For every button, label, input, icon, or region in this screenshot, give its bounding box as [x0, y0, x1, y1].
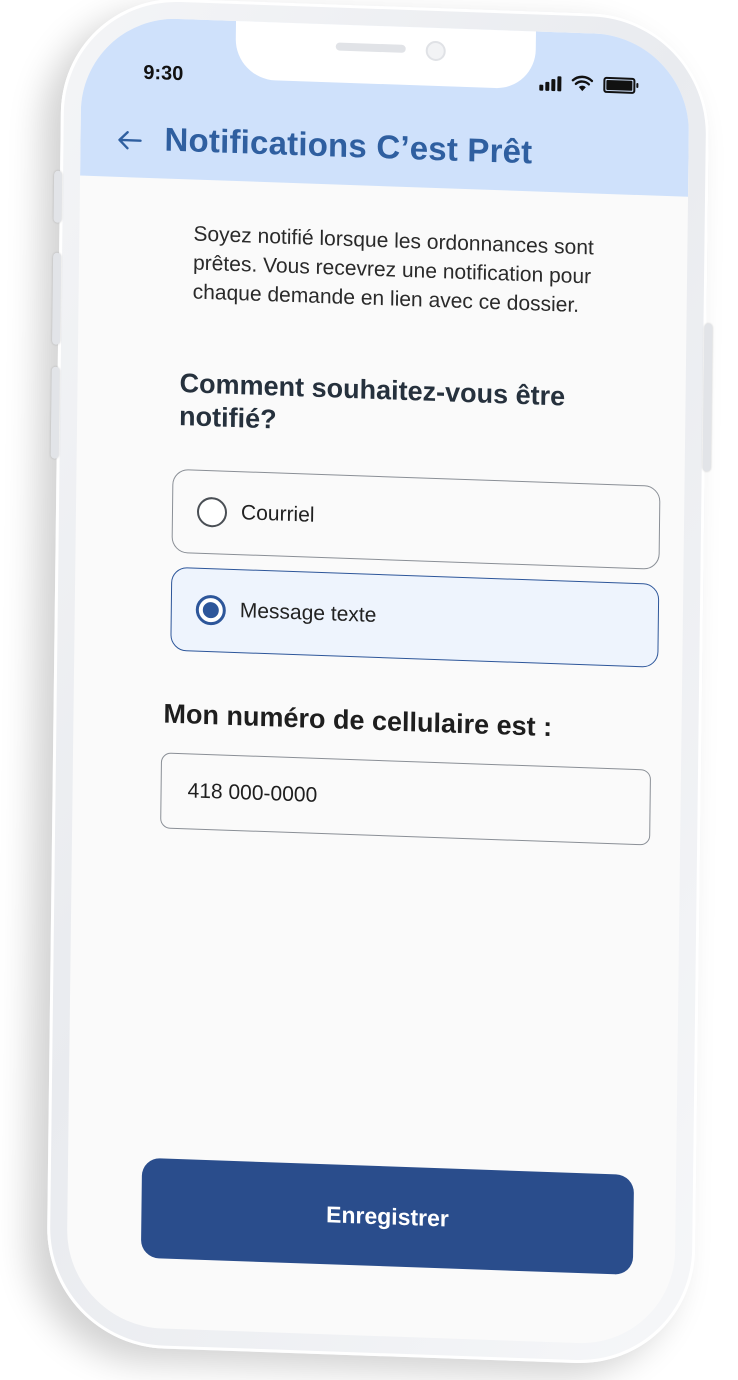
save-button[interactable]: Enregistrer	[140, 1157, 635, 1275]
side-button-volume-down	[50, 366, 60, 459]
option-message-texte[interactable]: Message texte	[170, 566, 660, 668]
phone-mockup: 9:30 Notifications C’est Prêt Soyez noti…	[45, 0, 713, 1368]
notification-question: Comment souhaitez-vous être notifié?	[178, 368, 566, 435]
option-label: Message texte	[239, 599, 377, 627]
stage: 9:30 Notifications C’est Prêt Soyez noti…	[0, 0, 738, 1380]
side-button-volume-up	[51, 252, 62, 345]
content-area: Soyez notifié lorsque les ordonnances so…	[140, 19, 690, 1347]
app-screen: 9:30 Notifications C’est Prêt Soyez noti…	[66, 15, 690, 1347]
phone-number-label: Mon numéro de cellulaire est :	[163, 698, 553, 743]
description-text: Soyez notifié lorsque les ordonnances so…	[192, 222, 594, 317]
radio-checked-icon[interactable]	[195, 594, 226, 626]
side-button-mute	[53, 170, 63, 223]
arrow-left-icon[interactable]	[114, 125, 144, 156]
option-courriel[interactable]: Courriel	[171, 468, 661, 570]
option-label: Courriel	[240, 501, 315, 527]
side-button-power	[702, 323, 713, 472]
phone-number-input[interactable]: 418 000-0000	[160, 752, 652, 846]
radio-unchecked-icon[interactable]	[196, 496, 228, 528]
